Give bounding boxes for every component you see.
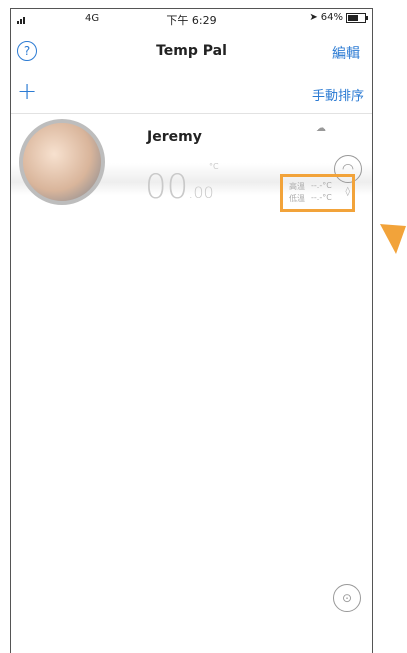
low-temp-label: 低溫 xyxy=(289,194,305,203)
high-temp-label: 高溫 xyxy=(289,182,305,191)
high-temp-value: --.-°C xyxy=(311,181,332,190)
low-temp-value: --.-°C xyxy=(311,193,332,202)
battery-icon xyxy=(346,12,368,23)
drop-icon: ◊ xyxy=(345,187,350,197)
highlight-arrow-icon xyxy=(380,224,406,254)
plus-icon[interactable]: + xyxy=(17,77,37,105)
temp-integer: 00 xyxy=(145,167,189,207)
temperature-range-box: 高溫 --.-°C 低溫 --.-°C ◊ xyxy=(280,174,355,212)
status-bar: 4G 下午 6:29 ➤ 64% xyxy=(11,9,372,29)
nav-bar: ? Temp Pal 編輯 xyxy=(11,33,372,73)
device-name: Jeremy xyxy=(147,129,202,145)
avatar xyxy=(19,119,105,205)
toolbar: + 手動排序 xyxy=(11,75,372,114)
battery-status: ➤ 64% xyxy=(309,12,368,23)
edit-button[interactable]: 編輯 xyxy=(332,43,360,63)
manual-sort-button[interactable]: 手動排序 xyxy=(312,85,364,104)
battery-percent: 64% xyxy=(320,12,343,23)
phone-screen: 4G 下午 6:29 ➤ 64% ? Temp Pal 編輯 + 手動排序 Je… xyxy=(10,8,373,653)
temperature-reading: 00.00 xyxy=(145,167,214,207)
page-title: Temp Pal xyxy=(156,43,227,59)
location-pin-icon[interactable]: ⊙ xyxy=(333,584,361,612)
cloud-icon: ☁ xyxy=(316,123,326,134)
temperature-unit: °C xyxy=(209,162,219,171)
location-arrow-icon: ➤ xyxy=(309,12,318,23)
temp-decimal: .00 xyxy=(188,183,214,202)
